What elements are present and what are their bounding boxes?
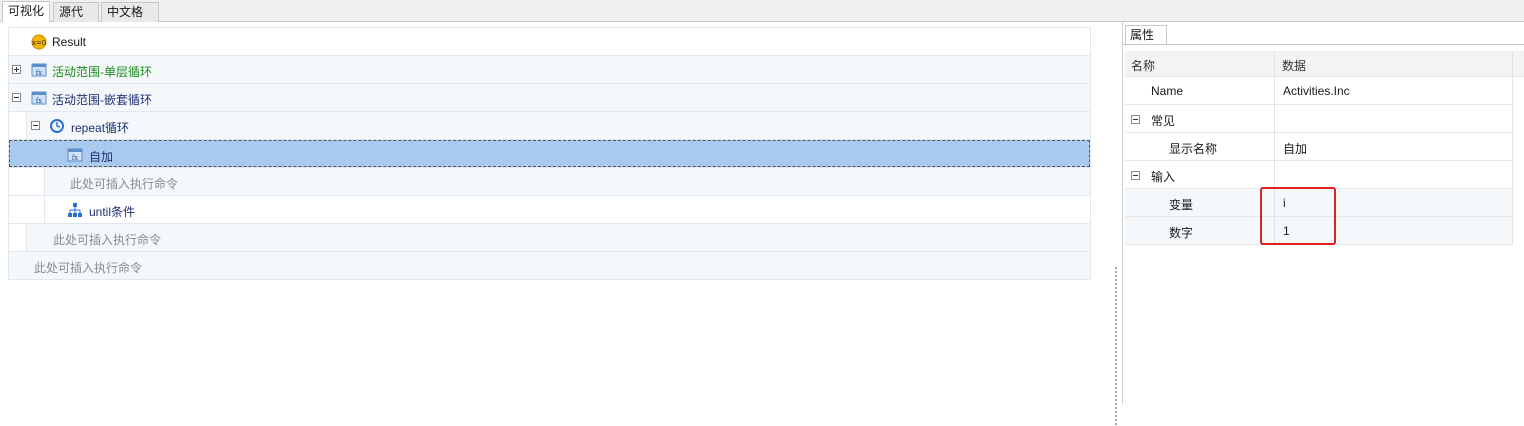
splitter-grip[interactable] (1114, 266, 1118, 426)
tree-row-inc[interactable]: fx 自加 (9, 140, 1090, 168)
tab-properties[interactable]: 属性 (1125, 25, 1167, 45)
tree-label-scope-nested: 活动范围-嵌套循环 (52, 93, 152, 107)
tree-row-insert-hint[interactable]: 此处可插入执行命令 (9, 252, 1090, 280)
property-grid-header: 名称 数据 (1125, 51, 1512, 77)
property-row-display-name[interactable]: 显示名称 自加 (1125, 133, 1512, 161)
column-header-name: 名称 (1131, 59, 1156, 73)
group-label: 常见 (1151, 114, 1176, 128)
svg-text:fx: fx (36, 97, 43, 105)
svg-text:fx: fx (36, 69, 43, 77)
svg-text:fx: fx (72, 154, 79, 162)
tree-row-indent: 此处可插入执行命令 (26, 224, 1090, 251)
tree-label-inc: 自加 (89, 150, 114, 164)
tree-row-indent: until条件 (44, 196, 1090, 223)
column-header-data: 数据 (1282, 59, 1307, 73)
tree-row-indent: repeat循环 (26, 112, 1090, 139)
tree-row-scope-single[interactable]: fx 活动范围-单层循环 (9, 56, 1090, 84)
annotation-highlight-box (1260, 187, 1336, 245)
tree-row-repeat[interactable]: repeat循环 (9, 112, 1090, 140)
properties-panel: 属性 名称 数据 Name Activities.Inc 常见 显示名称 自加 … (1122, 22, 1524, 404)
svg-text:x=0: x=0 (32, 39, 46, 47)
property-group-input[interactable]: 输入 (1125, 161, 1512, 189)
property-key: 数字 (1169, 226, 1194, 240)
tab-source[interactable]: 源代码 (53, 2, 99, 37)
property-value[interactable]: Activities.Inc (1283, 84, 1350, 98)
tree-label-scope-single: 活动范围-单层循环 (52, 65, 152, 79)
tree-label-result: Result (52, 35, 87, 49)
property-key: Name (1151, 84, 1184, 98)
property-key: 变量 (1169, 198, 1194, 212)
activity-tree: x=0 Result fx 活动范围-单层循环 fx 活动范围-嵌套循环 rep… (8, 27, 1091, 280)
tree-row-result[interactable]: x=0 Result (9, 28, 1090, 56)
insert-hint-text: 此处可插入执行命令 (70, 177, 179, 191)
tree-label-until: until条件 (89, 205, 136, 219)
collapse-icon[interactable] (31, 121, 40, 130)
collapse-icon[interactable] (1131, 171, 1140, 180)
tab-chinese-format[interactable]: 中文格式 (101, 2, 159, 37)
tab-visual[interactable]: 可视化 (2, 1, 50, 22)
insert-hint-text: 此处可插入执行命令 (34, 261, 143, 275)
hierarchy-icon (67, 202, 83, 218)
selected-row-highlight: fx 自加 (9, 140, 1090, 167)
view-tab-bar: 可视化 源代码 中文格式 (0, 0, 1524, 37)
activity-tree-panel: x=0 Result fx 活动范围-单层循环 fx 活动范围-嵌套循环 rep… (0, 22, 1110, 404)
activity-scope-icon: fx (31, 62, 47, 78)
activity-scope-icon: fx (31, 90, 47, 106)
group-label: 输入 (1151, 170, 1176, 184)
tree-row-scope-nested[interactable]: fx 活动范围-嵌套循环 (9, 84, 1090, 112)
variable-icon: x=0 (31, 34, 47, 50)
tree-row-insert-hint[interactable]: 此处可插入执行命令 (9, 168, 1090, 196)
tree-row-insert-hint[interactable]: 此处可插入执行命令 (9, 224, 1090, 252)
tab-divider (1123, 44, 1524, 45)
function-icon: fx (67, 147, 83, 163)
tree-row-indent: 此处可插入执行命令 (44, 168, 1090, 195)
property-value[interactable]: 自加 (1283, 140, 1307, 157)
property-group-common[interactable]: 常见 (1125, 105, 1512, 133)
tree-row-until[interactable]: until条件 (9, 196, 1090, 224)
property-row-name[interactable]: Name Activities.Inc (1125, 77, 1512, 105)
header-filler (1513, 51, 1524, 77)
loop-icon (49, 118, 65, 134)
collapse-icon[interactable] (1131, 115, 1140, 124)
expand-icon[interactable] (12, 65, 21, 74)
insert-hint-text: 此处可插入执行命令 (53, 233, 162, 247)
collapse-icon[interactable] (12, 93, 21, 102)
property-key: 显示名称 (1169, 142, 1218, 156)
tree-label-repeat: repeat循环 (71, 121, 130, 135)
panel-splitter[interactable] (1110, 22, 1122, 426)
